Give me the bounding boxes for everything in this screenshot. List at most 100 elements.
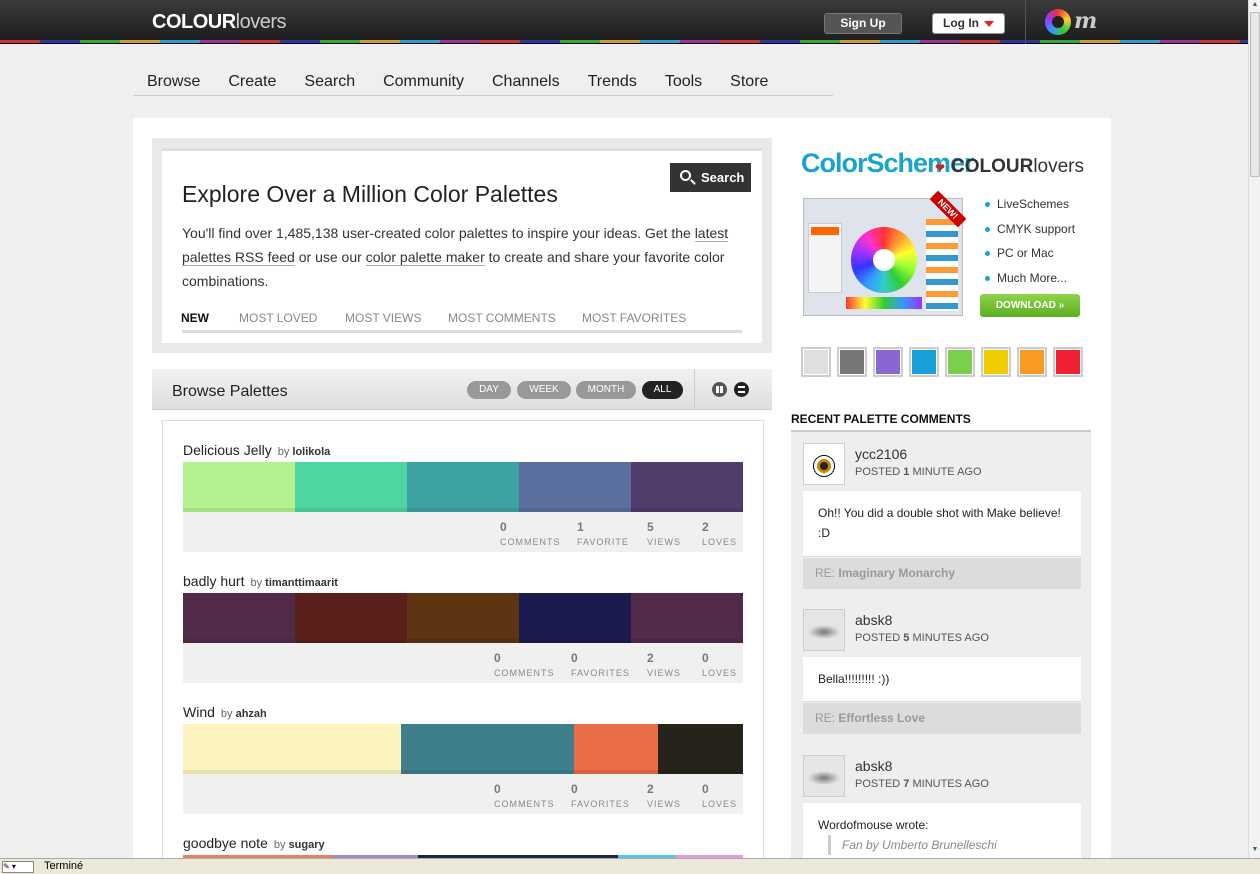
color-stripes	[0, 40, 1248, 43]
palette-swatches[interactable]	[183, 462, 743, 512]
palette-name[interactable]: badly hurt	[183, 573, 244, 589]
palette-item[interactable]: Delicious Jelly by lolikola 0 COMMENTS 1 FA…	[183, 442, 743, 552]
tab-most-loved[interactable]: MOST LOVED	[239, 311, 317, 325]
scroll-down-icon[interactable]: ▼	[1250, 846, 1260, 857]
status-bar: ✎ ▾ Terminé	[0, 858, 1260, 874]
palette-name[interactable]: Delicious Jelly	[183, 442, 272, 458]
comment-reply-ref[interactable]: RE: Effortless Love	[803, 703, 1081, 734]
om-logo-text[interactable]: m	[1074, 8, 1097, 34]
nav-community[interactable]: Community	[369, 66, 478, 96]
feature-item: CMYK support	[985, 222, 1075, 247]
nav-channels[interactable]: Channels	[478, 66, 574, 96]
nav-search[interactable]: Search	[290, 66, 369, 96]
page-title: Explore Over a Million Color Palettes	[182, 181, 558, 207]
color-swatch[interactable]	[407, 462, 519, 512]
avatar[interactable]	[803, 609, 845, 651]
explore-description: You'll find over 1,485,138 user-created …	[182, 225, 729, 289]
status-icon[interactable]: ✎ ▾	[2, 861, 34, 873]
om-logo-icon[interactable]	[1045, 9, 1071, 35]
palette-author[interactable]: sugary	[289, 839, 325, 851]
comment-reply-ref[interactable]: RE: Imaginary Monarchy	[803, 558, 1081, 589]
colourlovers-logo[interactable]: COLOURlovers	[152, 11, 287, 34]
palette-author[interactable]: lolikola	[292, 446, 330, 458]
color-swatch[interactable]	[183, 593, 295, 643]
color-chip[interactable]	[945, 347, 975, 377]
stat-favorites: 0 FAVORITES	[571, 782, 630, 809]
nav-browse[interactable]: Browse	[133, 66, 214, 96]
palette-link[interactable]: Effortless Love	[838, 711, 925, 725]
comment-user[interactable]: absk8	[855, 758, 892, 774]
vertical-scrollbar[interactable]: ▲ ▼	[1248, 0, 1260, 858]
color-swatch[interactable]	[295, 593, 407, 643]
color-swatch[interactable]	[631, 593, 743, 643]
feature-item: Much More...	[985, 271, 1075, 296]
color-swatch[interactable]	[519, 462, 631, 512]
palette-item[interactable]: goodbye note by sugary	[183, 835, 743, 858]
colourlovers-partner-logo[interactable]: COLOURlovers	[951, 156, 1084, 178]
color-swatch[interactable]	[401, 724, 574, 774]
color-swatch[interactable]	[183, 724, 401, 774]
comment-user[interactable]: absk8	[855, 612, 892, 628]
color-chip[interactable]	[837, 347, 867, 377]
color-swatch[interactable]	[295, 462, 407, 512]
heart-icon: ❤	[935, 161, 946, 175]
color-swatch[interactable]	[658, 724, 743, 774]
palette-name[interactable]: goodbye note	[183, 835, 268, 851]
filter-day[interactable]: DAY	[467, 381, 511, 399]
tab-most-favorites[interactable]: MOST FAVORITES	[582, 311, 686, 325]
filter-month[interactable]: MONTH	[576, 381, 636, 399]
colorschemer-logo[interactable]: ColorSchemer	[801, 148, 975, 179]
color-swatch[interactable]	[407, 593, 519, 643]
tab-most-views[interactable]: MOST VIEWS	[345, 311, 421, 325]
color-chip[interactable]	[801, 347, 831, 377]
nav-trends[interactable]: Trends	[574, 66, 651, 96]
avatar[interactable]	[803, 755, 845, 797]
comment-user[interactable]: ycc2106	[855, 446, 907, 462]
palette-author[interactable]: ahzah	[236, 708, 267, 720]
sign-up-button[interactable]: Sign Up	[824, 13, 902, 34]
color-chip[interactable]	[981, 347, 1011, 377]
color-swatch[interactable]	[631, 462, 743, 512]
filter-week[interactable]: WEEK	[517, 381, 571, 399]
stat-loves: 2 LOVES	[702, 520, 738, 547]
nav-store[interactable]: Store	[716, 66, 782, 96]
search-icon	[680, 170, 691, 181]
palette-item[interactable]: badly hurt by timanttimaarit 0 COMMENTS 0F…	[183, 573, 743, 683]
comment-time: POSTED 5 MINUTES AGO	[855, 632, 989, 644]
scroll-thumb[interactable]	[1250, 12, 1260, 177]
palette-author[interactable]: timanttimaarit	[265, 577, 338, 589]
palette-swatches[interactable]	[183, 724, 743, 774]
color-chip[interactable]	[909, 347, 939, 377]
color-swatch[interactable]	[574, 724, 658, 774]
stat-views: 2 VIEWS	[647, 651, 682, 678]
scroll-up-icon[interactable]: ▲	[1250, 1, 1260, 12]
palette-item[interactable]: Wind by ahzah 0 COMMENTS 0 FAVORITES 2 VIEWS…	[183, 704, 743, 814]
log-in-button[interactable]: Log In	[932, 13, 1005, 34]
divider	[694, 369, 695, 410]
search-button[interactable]: Search	[670, 163, 751, 192]
explore-panel: Explore Over a Million Color Palettes Se…	[152, 138, 772, 353]
colorschemer-screenshot[interactable]: NEW!	[803, 190, 967, 316]
palette-swatches[interactable]	[183, 593, 743, 643]
color-chip[interactable]	[1053, 347, 1083, 377]
grid-view-icon[interactable]	[712, 382, 727, 397]
nav-tools[interactable]: Tools	[651, 66, 716, 96]
palette-name[interactable]: Wind	[183, 704, 215, 720]
color-chip[interactable]	[1017, 347, 1047, 377]
palette-maker-link[interactable]: color palette maker	[365, 249, 485, 266]
tab-new[interactable]: NEW	[181, 311, 209, 325]
filter-all[interactable]: ALL	[642, 381, 683, 399]
color-swatch[interactable]	[183, 462, 295, 512]
comment-time: POSTED 1 MINUTE AGO	[855, 466, 982, 478]
palette-link[interactable]: Imaginary Monarchy	[838, 566, 955, 580]
list-view-icon[interactable]	[734, 382, 749, 397]
stat-comments: 0 COMMENTS	[500, 520, 561, 547]
avatar[interactable]	[803, 443, 845, 485]
recent-comments-title: RECENT PALETTE COMMENTS	[791, 412, 971, 426]
download-button[interactable]: DOWNLOAD »	[980, 294, 1080, 317]
color-swatch[interactable]	[519, 593, 631, 643]
tab-most-comments[interactable]: MOST COMMENTS	[448, 311, 556, 325]
color-chip[interactable]	[873, 347, 903, 377]
main-nav: Browse Create Search Community Channels …	[133, 66, 833, 96]
nav-create[interactable]: Create	[214, 66, 290, 96]
